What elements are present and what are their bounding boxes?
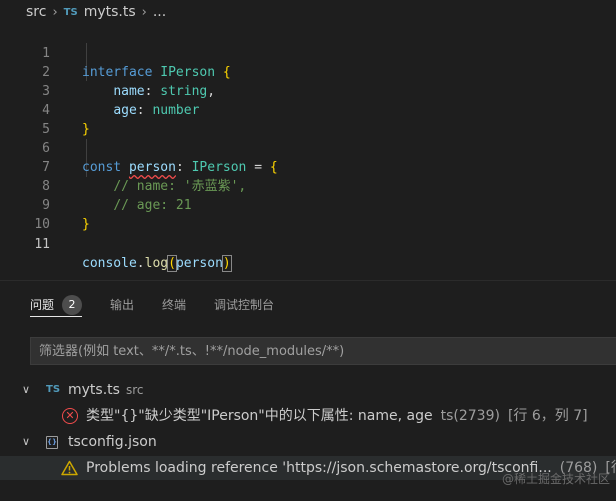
code-line: 5 — [0, 101, 616, 137]
breadcrumb-symbols[interactable]: ... — [153, 4, 166, 20]
typescript-file-icon: TS — [63, 6, 78, 18]
problem-message: 类型"{}"缺少类型"IPerson"中的以下属性: name, age — [86, 408, 433, 424]
code-line: 1 interface IPerson { — [0, 25, 616, 80]
json-file-icon: {} — [46, 436, 58, 449]
line-number: 11 — [34, 237, 50, 252]
panel-tabs: 问题 2 输出 终端 调试控制台 — [30, 293, 302, 317]
code-line: 4 } — [0, 82, 616, 137]
code-editor[interactable]: 1 interface IPerson { 2 name: string, 3 … — [0, 24, 616, 280]
problem-item-row[interactable]: ✕ 类型"{}"缺少类型"IPerson"中的以下属性: name, age ts… — [0, 404, 616, 428]
problem-file-name: tsconfig.json — [68, 434, 157, 450]
tab-debug-console[interactable]: 调试控制台 — [214, 293, 274, 317]
code-line: 2 name: string, — [0, 44, 616, 99]
problem-file-row[interactable]: ∨ {} tsconfig.json — [0, 430, 616, 454]
chevron-right-icon: › — [52, 4, 58, 20]
problem-position: [行 6，列 7] — [507, 408, 588, 424]
tab-terminal[interactable]: 终端 — [162, 293, 186, 317]
problems-count-badge: 2 — [62, 294, 83, 315]
bracket-match: ( — [167, 255, 177, 272]
error-icon: ✕ — [62, 408, 78, 424]
code-line: 3 age: number — [0, 63, 616, 118]
problem-file-dir: src — [125, 383, 144, 397]
chevron-right-icon: › — [141, 4, 147, 20]
problem-message: Problems loading reference 'https://json… — [86, 460, 552, 476]
code-line: 10 — [0, 196, 616, 232]
breadcrumb-file[interactable]: myts.ts — [84, 4, 136, 20]
watermark: @稀土掘金技术社区 — [501, 472, 610, 486]
breadcrumb-folder[interactable]: src — [26, 4, 46, 20]
problem-source: ts(2739) — [440, 408, 500, 424]
breadcrumb: src › TS myts.ts › ... — [0, 0, 616, 24]
code-line-active: 11 console.log(person) — [0, 216, 616, 272]
tab-output[interactable]: 输出 — [110, 293, 134, 317]
chevron-down-icon[interactable]: ∨ — [22, 430, 30, 454]
code-line: 7 // name: '赤蓝紫', — [0, 139, 616, 194]
bracket-match: ) — [221, 255, 232, 272]
problems-filter-input[interactable] — [30, 337, 616, 365]
code-line: 9 } — [0, 177, 616, 232]
tab-problems[interactable]: 问题 2 — [30, 293, 83, 317]
code-line: 8 // age: 21 — [0, 158, 616, 213]
bottom-panel: 问题 2 输出 终端 调试控制台 ∨ TS myts.ts src ✕ 类型"{}… — [0, 280, 616, 501]
warning-icon — [61, 460, 78, 476]
typescript-file-icon: TS — [46, 384, 61, 395]
code-line: 6 const person: IPerson = { — [0, 120, 616, 175]
chevron-down-icon[interactable]: ∨ — [22, 378, 30, 402]
problem-file-name: myts.ts — [68, 382, 120, 398]
problem-file-row[interactable]: ∨ TS myts.ts src — [0, 378, 616, 402]
